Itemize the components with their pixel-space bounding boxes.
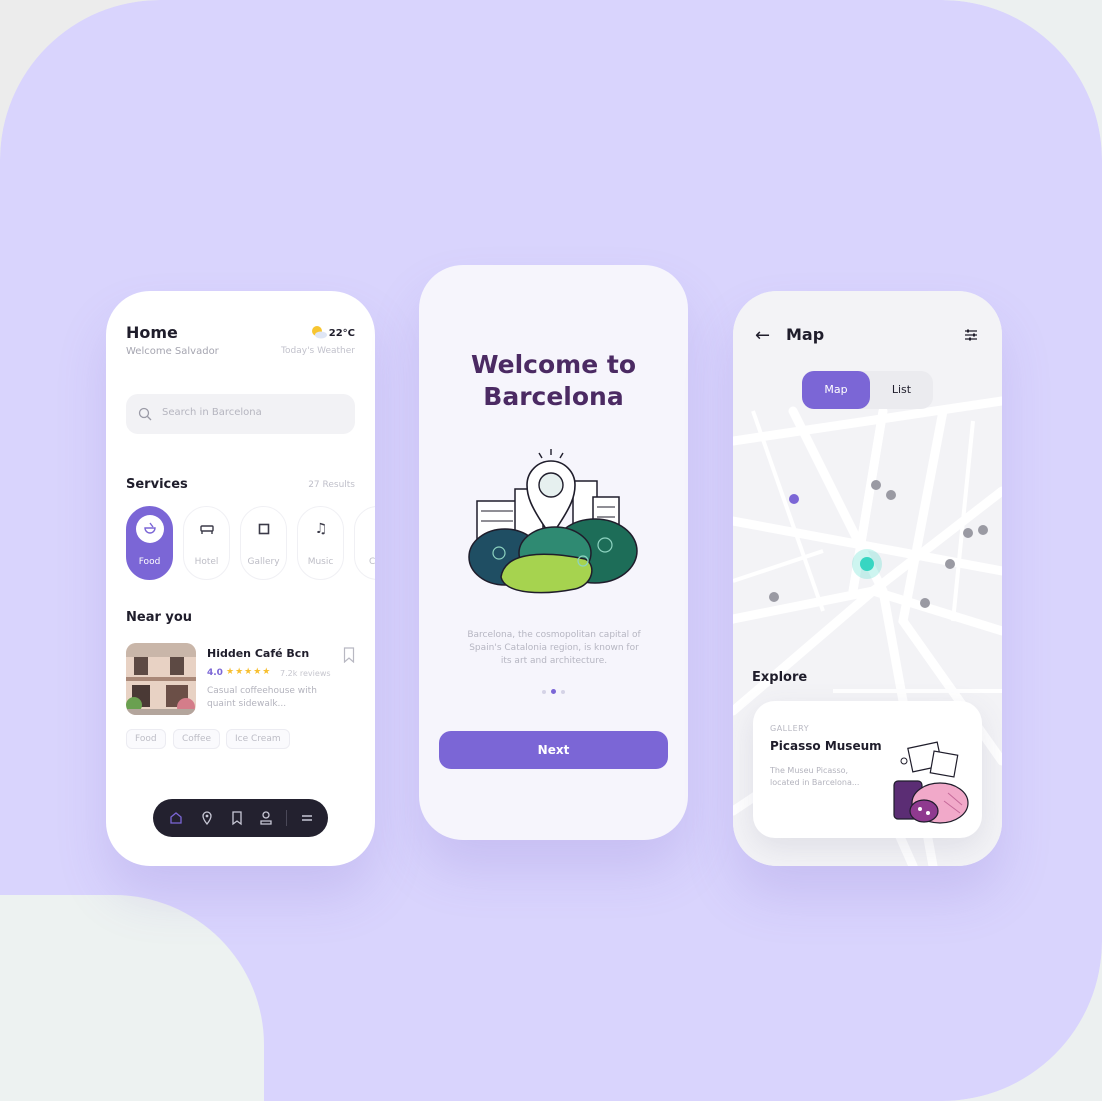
place-rating: 4.0 [207,668,223,678]
page-title: Map [786,325,825,344]
service-label-truncated: C [369,557,375,567]
services-count: 27 Results [308,480,355,490]
bookmark-icon[interactable] [229,810,245,826]
service-gallery[interactable]: Gallery [240,506,287,580]
bed-icon [193,515,221,543]
music-note-icon: ♫ [314,521,328,537]
location-pin-icon[interactable] [199,810,215,826]
service-label: Hotel [194,557,219,567]
back-arrow-icon[interactable]: ← [755,325,770,346]
page-title: Home [126,323,178,342]
barcelona-illustration [468,449,638,594]
tab-map[interactable]: Map [802,371,870,409]
search-icon [138,407,152,421]
bottom-nav-bar [153,799,328,837]
review-count: 7.2k reviews [280,669,331,678]
near-you-heading: Near you [126,610,193,625]
search-input[interactable]: Search in Barcelona [126,394,355,434]
tag-chip[interactable]: Coffee [173,729,221,749]
frame-icon [250,515,278,543]
welcome-subtitle: Welcome Salvador [126,346,219,357]
card-category: GALLERY [770,724,810,733]
page-indicator [540,689,568,695]
service-more[interactable]: C [354,506,375,580]
rating-stars: ★★★★★ [226,667,272,677]
museum-illustration [893,741,969,824]
place-name[interactable]: Hidden Café Bcn [207,647,309,660]
map-screen: ← Map Map List Explore GALLERY Picasso M… [733,291,1002,866]
service-food[interactable]: Food [126,506,173,580]
home-icon[interactable] [168,810,184,826]
tag-chip[interactable]: Food [126,729,166,749]
food-bowl-icon [136,515,164,543]
services-heading: Services [126,477,188,492]
user-icon[interactable] [258,810,274,826]
sun-cloud-icon [312,326,327,339]
next-button[interactable]: Next [439,731,668,769]
service-label: Food [138,557,161,567]
place-description: Casual coffeehouse with quaint sidewalk.… [207,686,317,709]
service-label: Gallery [247,557,280,567]
page-dot [561,690,565,694]
menu-icon[interactable] [299,810,315,826]
cafe-photo[interactable] [126,643,196,715]
card-description: The Museu Picasso, located in Barcelona.… [770,766,860,787]
filter-sliders-icon[interactable] [964,328,978,342]
bookmark-icon[interactable] [343,647,355,663]
explore-heading: Explore [752,670,808,685]
welcome-title: Welcome to Barcelona [419,349,688,413]
tab-list[interactable]: List [870,371,933,409]
weather-temperature: 22°C [328,328,355,339]
page-dot [542,690,546,694]
service-label: Music [307,557,334,567]
nav-divider [286,810,287,826]
welcome-title-line1: Welcome to [470,350,637,379]
weather-label: Today's Weather [281,346,355,356]
page-dot-active [551,689,556,694]
welcome-screen: Welcome to Barcelona Barcelona, the cosm… [419,265,688,840]
service-music[interactable]: ♫ Music [297,506,344,580]
card-title: Picasso Museum [770,739,882,753]
tag-chip[interactable]: Ice Cream [226,729,290,749]
search-placeholder: Search in Barcelona [162,407,262,418]
home-screen: Home Welcome Salvador 22°C Today's Weath… [106,291,375,866]
view-toggle: Map List [802,371,933,409]
welcome-title-line2: Barcelona [483,382,624,411]
welcome-description: Barcelona, the cosmopolitan capital of S… [467,630,641,666]
explore-card[interactable]: GALLERY Picasso Museum The Museu Picasso… [753,701,982,838]
service-hotel[interactable]: Hotel [183,506,230,580]
